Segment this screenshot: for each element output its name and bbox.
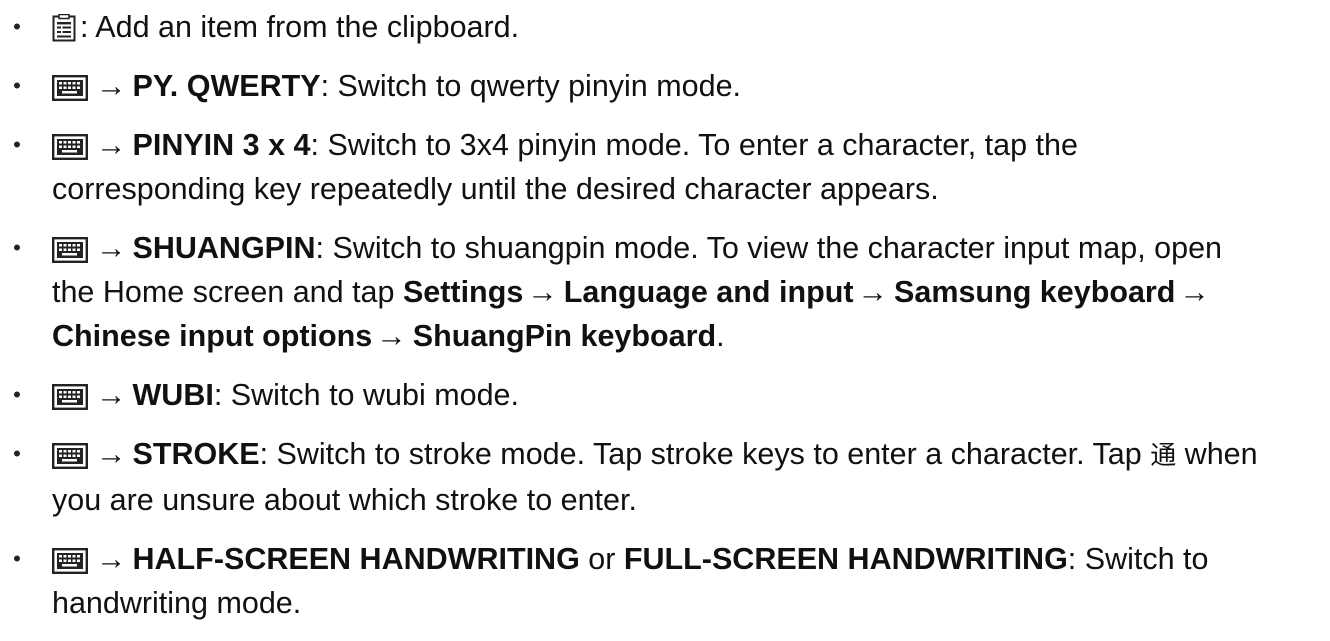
period: . bbox=[716, 319, 725, 353]
item-text: : Add an item from the clipboard. bbox=[80, 10, 520, 44]
item-text-line1: : Switch to shuangpin mode. To view the … bbox=[315, 231, 1223, 265]
bullet: • bbox=[13, 546, 21, 571]
menu-path-shuangpin-keyboard: ShuangPin keyboard bbox=[412, 319, 717, 353]
item-text-line2: handwriting mode. bbox=[52, 586, 302, 620]
list-item: • → WUBI: Switch to wubi mode. bbox=[0, 373, 1330, 417]
bullet: • bbox=[13, 132, 21, 157]
mode-name: STROKE bbox=[132, 437, 260, 471]
mode-name: HALF-SCREEN HANDWRITING bbox=[132, 542, 580, 576]
list-item: • → SHUANGPIN: Switch to shuangpin mode. … bbox=[0, 226, 1330, 358]
list-item: • → PINYIN 3 x 4: Switch to 3x4 pinyin mo… bbox=[0, 123, 1330, 211]
bullet: • bbox=[13, 73, 21, 98]
arrow: → bbox=[96, 231, 127, 265]
mode-name-2: FULL-SCREEN HANDWRITING bbox=[623, 542, 1068, 576]
keyboard-icon bbox=[52, 75, 88, 101]
item-text: : Switch to qwerty pinyin mode. bbox=[320, 69, 742, 103]
item-text-line1: : Switch to 3x4 pinyin mode. To enter a … bbox=[310, 128, 1078, 162]
item-text-line1: : Switch to bbox=[1067, 542, 1209, 576]
item-text-line1-pre: : Switch to stroke mode. Tap stroke keys… bbox=[259, 437, 1151, 471]
keyboard-icon bbox=[52, 384, 88, 410]
path-arrow: → bbox=[1179, 275, 1210, 309]
bullet: • bbox=[13, 235, 21, 260]
arrow: → bbox=[96, 542, 127, 576]
arrow: → bbox=[96, 69, 127, 103]
keyboard-icon bbox=[52, 548, 88, 574]
mode-name: SHUANGPIN bbox=[132, 231, 316, 265]
connector-text: or bbox=[579, 542, 624, 576]
menu-path-samsung-keyboard: Samsung keyboard bbox=[894, 275, 1176, 309]
mode-name: PINYIN 3 x 4 bbox=[132, 128, 311, 162]
list-item: • → STROKE: Switch to stroke mode. Tap st… bbox=[0, 432, 1330, 522]
list-item: • → HALF-SCREEN HANDWRITING or FULL-SCREE… bbox=[0, 537, 1330, 625]
menu-path-settings: Settings bbox=[402, 275, 524, 309]
item-text-line1-post: when bbox=[1176, 437, 1258, 471]
menu-path-language-input: Language and input bbox=[563, 275, 854, 309]
item-text-line2: corresponding key repeatedly until the d… bbox=[52, 172, 939, 206]
item-text: : Switch to wubi mode. bbox=[213, 378, 519, 412]
bullet: • bbox=[13, 441, 21, 466]
mode-name: WUBI bbox=[132, 378, 214, 412]
item-text-line2: you are unsure about which stroke to ent… bbox=[52, 483, 637, 517]
instruction-list: • : Add an item from the clipboard. • → … bbox=[0, 5, 1330, 625]
menu-path-chinese-input-options: Chinese input options bbox=[52, 319, 373, 353]
arrow: → bbox=[96, 437, 127, 471]
keyboard-icon bbox=[52, 134, 88, 160]
keyboard-icon bbox=[52, 237, 88, 263]
bullet: • bbox=[13, 14, 21, 39]
clipboard-icon bbox=[52, 14, 76, 42]
mode-name: PY. QWERTY bbox=[132, 69, 321, 103]
arrow: → bbox=[96, 378, 127, 412]
path-arrow: → bbox=[376, 319, 407, 353]
bullet: • bbox=[13, 382, 21, 407]
item-text-line2-pre: the Home screen and tap bbox=[52, 275, 403, 309]
path-arrow: → bbox=[527, 275, 558, 309]
arrow: → bbox=[96, 128, 127, 162]
list-item: • : Add an item from the clipboard. bbox=[0, 5, 1330, 49]
list-item: • → PY. QWERTY: Switch to qwerty pinyin m… bbox=[0, 64, 1330, 108]
tong-key-glyph: 通 bbox=[1150, 441, 1177, 471]
keyboard-icon bbox=[52, 443, 88, 469]
path-arrow: → bbox=[857, 275, 889, 309]
